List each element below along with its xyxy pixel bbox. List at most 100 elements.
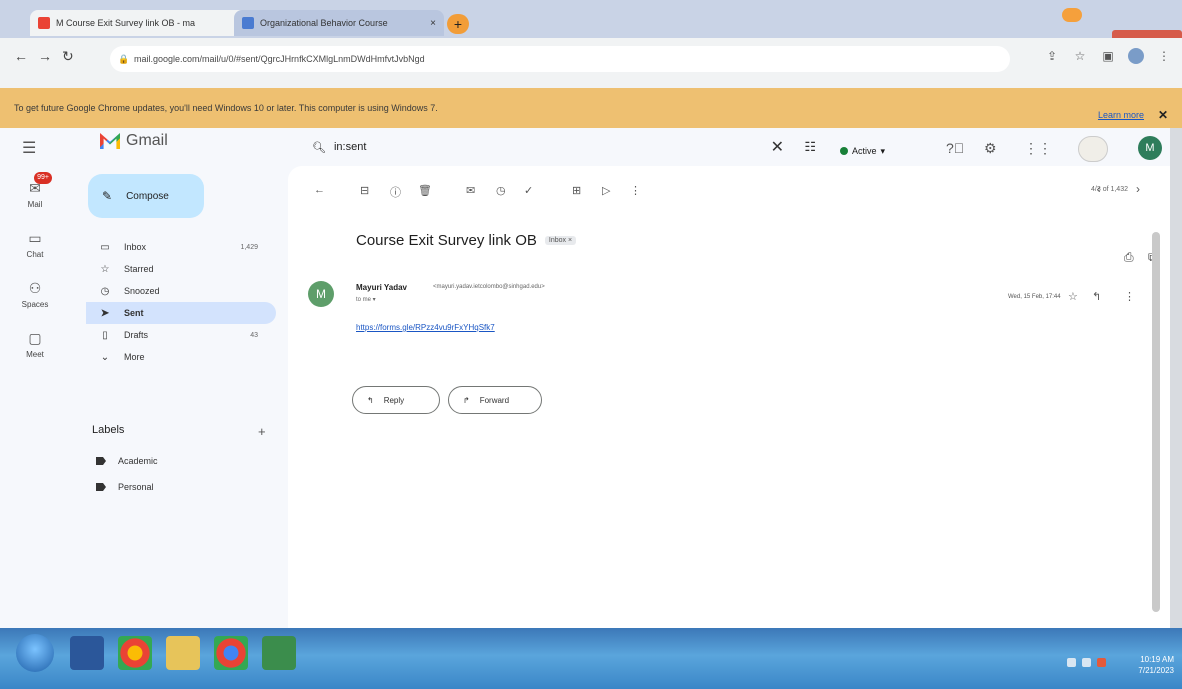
settings-gear-icon[interactable]: ⚙ <box>984 140 997 157</box>
gmail-logo[interactable]: Gmail <box>100 132 168 150</box>
search-filter-icon[interactable]: ☷ <box>804 139 816 155</box>
scrollbar[interactable] <box>1152 232 1160 612</box>
add-label-icon[interactable]: + <box>258 424 266 439</box>
nav-label: Drafts <box>124 330 149 340</box>
main-menu-icon[interactable]: ☰ <box>22 138 36 158</box>
chevron-down-icon: ▾ <box>880 145 886 156</box>
recipient-details[interactable]: to me ▾ <box>356 296 376 303</box>
survey-link[interactable]: https://forms.gle/RPzz4vu9rFxYHqSfk7 <box>356 323 495 332</box>
share-icon[interactable]: ⇪ <box>1044 48 1060 64</box>
unread-badge: 99+ <box>34 172 52 184</box>
lock-icon: 🔒 <box>118 54 130 64</box>
delete-icon[interactable]: 🗑︎ <box>418 184 432 197</box>
label-tag-icon <box>96 457 106 465</box>
reply-icon[interactable]: ↰ <box>1092 290 1101 303</box>
label-item-personal[interactable]: Personal <box>96 482 154 492</box>
nav-label: Inbox <box>124 242 147 252</box>
compose-button[interactable]: ✎ Compose <box>88 174 204 218</box>
label-item-academic[interactable]: Academic <box>96 456 158 466</box>
sidepanel-icon[interactable]: ▣ <box>1100 48 1116 64</box>
help-icon[interactable]: ?⃝ <box>946 140 964 156</box>
status-selector[interactable]: Active ▾ <box>840 140 885 162</box>
network-icon[interactable] <box>1082 658 1091 667</box>
new-tab-button[interactable]: + <box>447 14 469 34</box>
bookmark-star-icon[interactable]: ☆ <box>1072 48 1088 64</box>
move-to-icon[interactable]: ⊞ <box>572 184 581 197</box>
tab-course-exit-survey[interactable]: M Course Exit Survey link OB - ma × <box>30 10 256 36</box>
add-task-icon[interactable]: ✓ <box>524 184 533 197</box>
chrome-app-icon-2[interactable] <box>214 636 248 670</box>
sender-name: Mayuri Yadav <box>356 283 407 292</box>
report-spam-icon[interactable]: ⓘ <box>390 184 401 200</box>
browser-toolbar: ⇪ ☆ ▣ ⋮ <box>1044 48 1172 64</box>
snooze-icon[interactable]: ◷ <box>496 184 506 197</box>
search-input[interactable]: in:sent <box>334 141 366 153</box>
label-name: Personal <box>118 482 154 492</box>
forward-button[interactable]: ↱ Forward <box>448 386 542 414</box>
rail-item-chat[interactable]: ▭ Chat <box>0 230 70 259</box>
close-tab-icon[interactable]: × <box>430 18 436 29</box>
menu-dots-icon[interactable]: ⋮ <box>1156 48 1172 64</box>
inbox-label-chip[interactable]: Inbox × <box>544 236 577 245</box>
compose-label: Compose <box>126 190 169 202</box>
security-icon[interactable] <box>1097 658 1106 667</box>
reload-icon[interactable]: ↻ <box>62 48 74 65</box>
mail-icon: ✉ <box>29 180 41 196</box>
gmail-m-icon <box>100 133 120 149</box>
archive-icon[interactable]: ⊟ <box>360 184 369 197</box>
rail-item-meet[interactable]: ▢ Meet <box>0 330 70 359</box>
volume-icon[interactable] <box>1067 658 1076 667</box>
star-icon[interactable]: ☆ <box>1068 290 1078 303</box>
clear-search-icon[interactable]: ✕ <box>771 137 784 157</box>
account-avatar[interactable]: M <box>1138 136 1162 160</box>
search-icon[interactable]: 🔍︎ <box>312 141 326 154</box>
chrome-app-icon[interactable] <box>118 636 152 670</box>
url-field[interactable]: 🔒 mail.google.com/mail/u/0/#sent/QgrcJHr… <box>110 46 1010 72</box>
print-icon[interactable]: ⎙ <box>1124 250 1134 265</box>
inbox-icon: ▭ <box>100 241 110 253</box>
start-button[interactable] <box>16 634 54 672</box>
label-tag-icon <box>96 483 106 491</box>
word-app-icon[interactable] <box>70 636 104 670</box>
back-arrow-icon[interactable]: ← <box>14 48 28 64</box>
nav-label: Sent <box>124 308 144 318</box>
nav-item-more[interactable]: ⌄ More <box>86 346 276 368</box>
learn-more-link[interactable]: Learn more <box>1098 110 1144 120</box>
folder-app-icon[interactable] <box>166 636 200 670</box>
pagination-arrows-icon[interactable]: ‹ › <box>1097 182 1156 196</box>
nav-item-snoozed[interactable]: ◷ Snoozed <box>86 280 276 302</box>
nav-item-starred[interactable]: ☆ Starred <box>86 258 276 280</box>
search-bar[interactable]: 🔍︎ in:sent ✕ ☷ <box>300 130 816 164</box>
mark-unread-icon[interactable]: ✉ <box>466 184 475 197</box>
excel-app-icon[interactable] <box>262 636 296 670</box>
apps-grid-icon[interactable]: ⋮⋮ <box>1024 140 1052 157</box>
labels-heading: Labels <box>92 424 125 436</box>
forward-arrow-icon[interactable]: → <box>38 48 52 64</box>
clock[interactable]: 10:19 AM 7/21/2023 <box>1138 654 1174 676</box>
clock-time: 10:19 AM <box>1140 655 1174 664</box>
infobar-close-icon[interactable]: ✕ <box>1158 108 1168 122</box>
reply-button[interactable]: ↰ Reply <box>352 386 440 414</box>
rail-label: Spaces <box>21 300 49 309</box>
nav-item-inbox[interactable]: ▭ Inbox 1,429 <box>86 236 276 258</box>
rail-item-mail[interactable]: ✉ Mail <box>0 180 70 209</box>
tab-organizational-behavior[interactable]: Organizational Behavior Course × <box>234 10 444 36</box>
nav-item-drafts[interactable]: ▯ Drafts 43 <box>86 324 276 346</box>
status-dot-icon <box>840 147 848 155</box>
draft-icon: ▯ <box>102 329 108 341</box>
nav-item-sent[interactable]: ➤ Sent <box>86 302 276 324</box>
profile-icon[interactable] <box>1128 48 1144 64</box>
classroom-favicon-icon <box>242 17 254 29</box>
label-icon[interactable]: ▷ <box>602 184 610 197</box>
more-options-icon[interactable]: ⋮ <box>630 184 641 197</box>
back-icon[interactable]: ← <box>314 184 325 196</box>
tab-label: Organizational Behavior Course <box>260 18 388 28</box>
system-tray <box>1067 658 1106 667</box>
clock-icon: ◷ <box>100 285 110 297</box>
rail-item-spaces[interactable]: ⚇ Spaces <box>0 280 70 309</box>
update-infobar: To get future Google Chrome updates, you… <box>0 88 1182 128</box>
more-options-icon[interactable]: ⋮ <box>1124 290 1135 303</box>
gmail-favicon-icon <box>38 17 50 29</box>
spaces-icon: ⚇ <box>28 280 42 296</box>
minimize-button[interactable] <box>1062 8 1082 22</box>
